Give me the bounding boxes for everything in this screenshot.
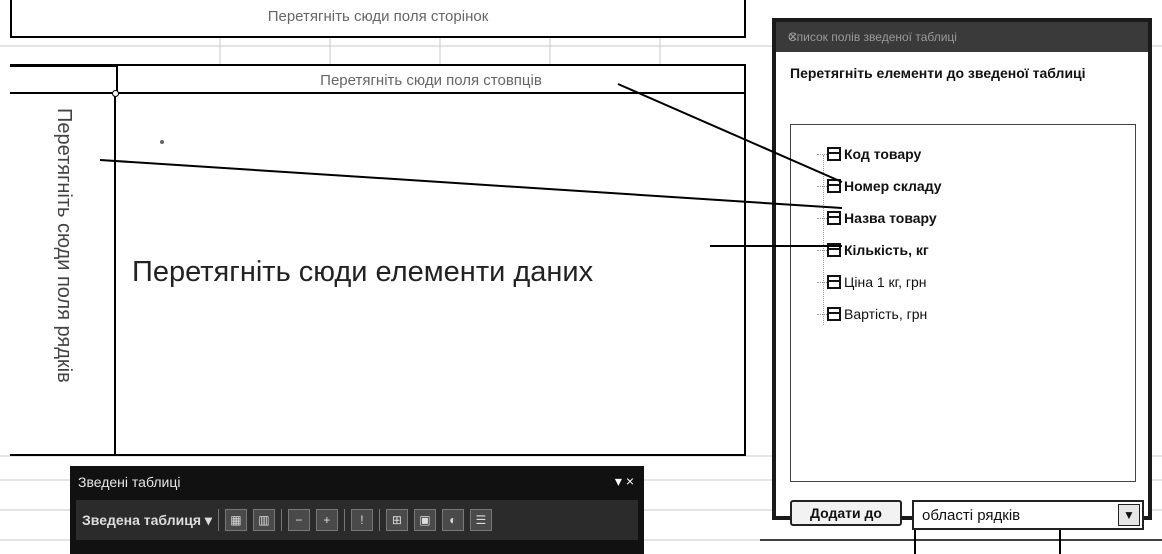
toolbar-window-controls[interactable]: ▾ ×: [615, 473, 634, 490]
field-icon: [827, 275, 841, 289]
include-hidden-items-icon[interactable]: ⊞: [385, 509, 408, 531]
format-report-icon[interactable]: ▦: [224, 509, 247, 531]
stray-dot: [160, 140, 164, 144]
field-icon: [827, 211, 841, 225]
chart-wizard-icon[interactable]: ▥: [252, 509, 275, 531]
field-icon: [827, 243, 841, 257]
toolbar-button-row: Зведена таблиця ▾ ▦ ▥ − + ! ⊞ ▣ ◐ ☰: [76, 500, 638, 540]
field-item-product-name[interactable]: Назва товару: [817, 207, 937, 229]
page-zone-label: Перетягніть сюди поля сторінок: [267, 8, 489, 25]
zone-junction-marker: [112, 90, 119, 97]
column-zone-label: Перетягніть сюди поля стовпців: [320, 72, 542, 89]
column-fields-drop-zone[interactable]: Перетягніть сюди поля стовпців: [116, 64, 746, 94]
field-item-warehouse-number[interactable]: Номер складу: [817, 175, 942, 197]
add-to-button[interactable]: Додати до: [790, 500, 902, 526]
data-zone-label: Перетягніть сюди елементи даних: [132, 256, 594, 288]
pivot-field-list-panel: Список полів зведеної таблиці ✕ Перетягн…: [772, 18, 1152, 530]
toolbar-title: Зведені таблиці: [78, 474, 181, 490]
page-fields-drop-zone[interactable]: Перетягніть сюди поля сторінок: [10, 0, 746, 38]
hide-detail-icon[interactable]: −: [287, 509, 310, 531]
target-area-select[interactable]: області рядків ▼: [912, 500, 1144, 530]
field-list-body: Перетягніть елементи до зведеної таблиці…: [776, 52, 1148, 530]
tree-connector: [823, 155, 824, 325]
field-item-cost[interactable]: Вартість, грн: [817, 303, 927, 325]
row-fields-drop-zone[interactable]: Перетягніть сюди поля рядків: [10, 94, 116, 456]
refresh-data-icon[interactable]: !: [350, 509, 373, 531]
field-list-box: Код товару Номер складу Назва товару Кіл…: [790, 124, 1136, 482]
field-settings-icon[interactable]: ◐: [441, 509, 464, 531]
chevron-down-icon[interactable]: ▼: [1118, 504, 1140, 526]
field-item-quantity[interactable]: Кількість, кг: [817, 239, 929, 261]
target-area-value: області рядків: [922, 507, 1021, 524]
pivot-corner-cell: [10, 64, 116, 94]
field-icon: [827, 147, 841, 161]
close-icon[interactable]: ✕: [788, 30, 1140, 44]
field-list-titlebar[interactable]: Список полів зведеної таблиці ✕: [776, 22, 1148, 52]
data-items-drop-zone[interactable]: Перетягніть сюди елементи даних: [116, 94, 746, 456]
field-item-product-code[interactable]: Код товару: [817, 143, 921, 165]
show-detail-icon[interactable]: +: [315, 509, 338, 531]
always-display-items-icon[interactable]: ▣: [413, 509, 436, 531]
field-icon: [827, 307, 841, 321]
field-icon: [827, 179, 841, 193]
row-zone-label: Перетягніть сюди поля рядків: [53, 108, 75, 383]
show-field-list-icon[interactable]: ☰: [469, 509, 492, 531]
pivot-table-menu[interactable]: Зведена таблиця ▾: [82, 512, 212, 529]
field-item-price[interactable]: Ціна 1 кг, грн: [817, 271, 926, 293]
field-list-instruction: Перетягніть елементи до зведеної таблиці: [790, 65, 1086, 81]
pivot-table-toolbar: Зведені таблиці ▾ × Зведена таблиця ▾ ▦ …: [70, 466, 644, 554]
